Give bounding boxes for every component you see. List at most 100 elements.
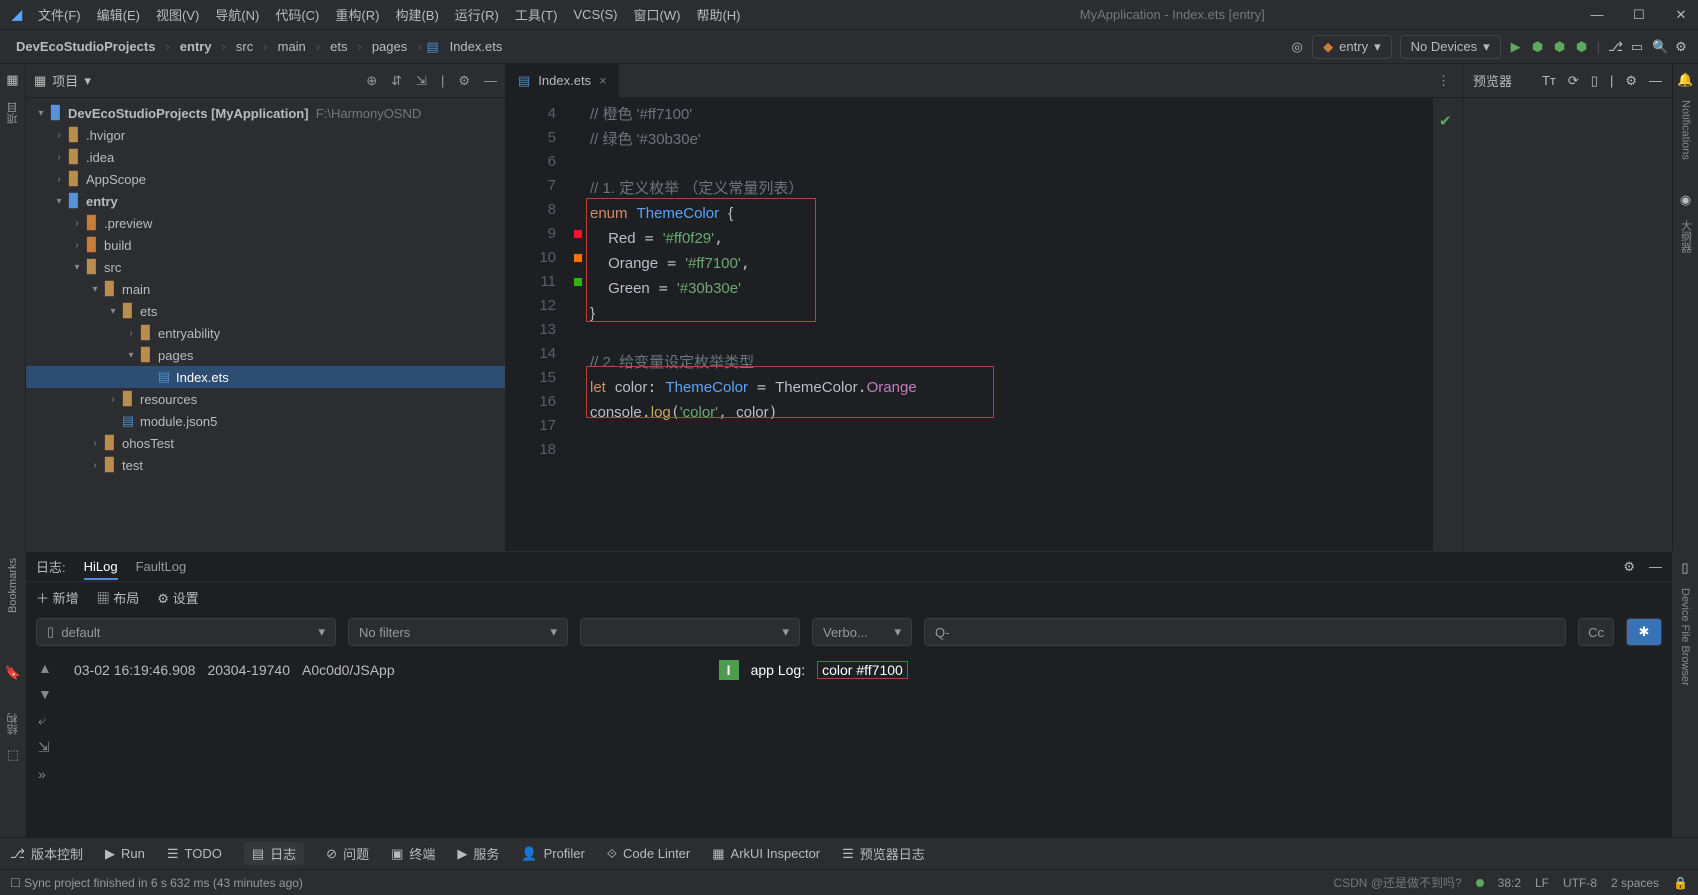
- menu-edit[interactable]: 编辑(E): [97, 5, 140, 24]
- vcs-tool[interactable]: ⎇ 版本控制: [10, 844, 83, 863]
- menu-view[interactable]: 视图(V): [156, 5, 199, 24]
- log-filter[interactable]: No filters▾: [348, 618, 568, 646]
- log-entry[interactable]: 03-02 16:19:46.908 20304-19740 A0c0d0/JS…: [74, 660, 908, 680]
- tree-ohostest[interactable]: ›▉ohosTest: [26, 432, 505, 454]
- menu-file[interactable]: 文件(F): [38, 5, 81, 24]
- log-wrap-icon[interactable]: ⤶: [38, 712, 68, 729]
- tree-ets[interactable]: ▾▉ets: [26, 300, 505, 322]
- log-export-icon[interactable]: ⇲: [38, 739, 68, 756]
- lock-icon[interactable]: 🔒: [1673, 876, 1688, 890]
- minimize-button[interactable]: —: [1588, 7, 1606, 23]
- problems-tool[interactable]: ⊘ 问题: [326, 844, 369, 863]
- bc-4[interactable]: ets: [324, 37, 353, 56]
- bookmarks-icon[interactable]: 🔖: [5, 665, 21, 681]
- preview-settings-icon[interactable]: ⚙: [1625, 73, 1637, 89]
- tree-index-ets[interactable]: ▤Index.ets: [26, 366, 505, 388]
- run-icon[interactable]: ▶: [1509, 39, 1523, 55]
- device-file-browser-label[interactable]: Device File Browser: [1679, 588, 1691, 686]
- bc-1[interactable]: entry: [174, 37, 218, 56]
- tree-idea[interactable]: ›▉.idea: [26, 146, 505, 168]
- tree-src[interactable]: ▾▉src: [26, 256, 505, 278]
- tree-module-json[interactable]: ▤module.json5: [26, 410, 505, 432]
- preview-log-tool[interactable]: ☰ 预览器日志: [842, 844, 925, 863]
- open-icon[interactable]: ▭: [1630, 39, 1644, 55]
- structure-icon[interactable]: ⬚: [7, 747, 19, 763]
- run-tool[interactable]: ▶ Run: [105, 846, 145, 862]
- close-button[interactable]: ✕: [1672, 7, 1690, 23]
- tree-test[interactable]: ›▉test: [26, 454, 505, 476]
- close-tab-icon[interactable]: ×: [599, 73, 607, 88]
- search-icon[interactable]: 🔍: [1652, 39, 1666, 55]
- editor-tab[interactable]: ▤ Index.ets ×: [506, 64, 620, 97]
- menu-help[interactable]: 帮助(H): [696, 5, 740, 24]
- menu-tools[interactable]: 工具(T): [515, 5, 558, 24]
- project-view-label[interactable]: 项目: [52, 71, 78, 90]
- log-layout-button[interactable]: ▦ 布局: [97, 588, 140, 607]
- locate-icon[interactable]: ⊕: [366, 73, 377, 89]
- tree-entryability[interactable]: ›▉entryability: [26, 322, 505, 344]
- tree-appscope[interactable]: ›▉AppScope: [26, 168, 505, 190]
- menu-refactor[interactable]: 重构(R): [335, 5, 379, 24]
- preview-refresh-icon[interactable]: ⟳: [1568, 73, 1579, 89]
- line-ending[interactable]: LF: [1535, 876, 1549, 890]
- editor-more-icon[interactable]: ⋮: [1437, 73, 1450, 89]
- preview-tt-icon[interactable]: Tт: [1542, 73, 1556, 89]
- debug-icon[interactable]: ⬢: [1531, 39, 1545, 55]
- linter-tool[interactable]: ⟐ Code Linter: [607, 846, 690, 862]
- target-icon[interactable]: ◎: [1290, 39, 1304, 55]
- menu-vcs[interactable]: VCS(S): [573, 7, 617, 22]
- tree-pages[interactable]: ▾▉pages: [26, 344, 505, 366]
- device-file-browser-icon[interactable]: ▯: [1681, 560, 1688, 576]
- notifications-label[interactable]: Notifications: [1680, 100, 1692, 160]
- notifications-icon[interactable]: 🔔: [1677, 72, 1693, 88]
- services-tool[interactable]: ▶ 服务: [457, 844, 499, 863]
- log-hide-icon[interactable]: —: [1649, 559, 1662, 575]
- panel-settings-icon[interactable]: ⚙: [458, 73, 470, 89]
- bookmarks-tool[interactable]: Bookmarks: [7, 558, 19, 613]
- profile-icon[interactable]: ⬢: [1575, 39, 1589, 55]
- tag-filter[interactable]: ▾: [580, 618, 800, 646]
- settings-icon[interactable]: ⚙: [1674, 39, 1688, 55]
- tree-build[interactable]: ›▉build: [26, 234, 505, 256]
- log-tab-hilog[interactable]: HiLog: [84, 559, 118, 580]
- git-icon[interactable]: ⎇: [1608, 39, 1622, 55]
- tree-root[interactable]: ▾▉DevEcoStudioProjects [MyApplication] F…: [26, 102, 505, 124]
- bc-2[interactable]: src: [230, 37, 259, 56]
- encoding[interactable]: UTF-8: [1563, 876, 1597, 890]
- project-view-dropdown[interactable]: ▾: [84, 73, 91, 89]
- run-config-selector[interactable]: ◆entry▾: [1312, 35, 1391, 59]
- log-settings-icon[interactable]: ⚙: [1623, 559, 1635, 575]
- cc-button[interactable]: Cc: [1578, 618, 1614, 646]
- project-tool-label[interactable]: 项目: [5, 102, 21, 124]
- regex-button[interactable]: ✱: [1626, 618, 1662, 646]
- tree-main[interactable]: ▾▉main: [26, 278, 505, 300]
- log-tab-faultlog[interactable]: FaultLog: [136, 559, 187, 574]
- menu-code[interactable]: 代码(C): [275, 5, 319, 24]
- coverage-icon[interactable]: ⬢: [1553, 39, 1567, 55]
- log-up-icon[interactable]: ▲: [38, 660, 68, 676]
- cursor-position[interactable]: 38:2: [1498, 876, 1521, 890]
- level-filter[interactable]: Verbo...▾: [812, 618, 912, 646]
- search-filter[interactable]: Q-: [924, 618, 1566, 646]
- todo-tool[interactable]: ☰ TODO: [167, 846, 222, 862]
- tree-resources[interactable]: ›▉resources: [26, 388, 505, 410]
- log-tool[interactable]: ▤ 日志: [244, 842, 304, 865]
- menu-window[interactable]: 窗口(W): [634, 5, 681, 24]
- preview-hide-icon[interactable]: —: [1649, 73, 1662, 89]
- terminal-tool[interactable]: ▣ 终端: [391, 844, 435, 863]
- bc-file[interactable]: Index.ets: [444, 37, 509, 56]
- structure-tool[interactable]: 结构: [5, 713, 21, 735]
- tree-preview[interactable]: ›▉.preview: [26, 212, 505, 234]
- collapse-icon[interactable]: ⇲: [416, 73, 427, 89]
- maximize-button[interactable]: ☐: [1630, 7, 1648, 23]
- preview-phone-icon[interactable]: ▯: [1591, 73, 1598, 89]
- menu-build[interactable]: 构建(B): [395, 5, 438, 24]
- bc-5[interactable]: pages: [366, 37, 413, 56]
- outline-icon[interactable]: ◉: [1680, 192, 1691, 208]
- bc-root[interactable]: DevEcoStudioProjects: [10, 37, 161, 56]
- outline-label[interactable]: 大纲器: [1678, 220, 1694, 253]
- bc-3[interactable]: main: [272, 37, 312, 56]
- log-more-icon[interactable]: »: [38, 766, 68, 782]
- tree-hvigor[interactable]: ›▉.hvigor: [26, 124, 505, 146]
- indent[interactable]: 2 spaces: [1611, 876, 1659, 890]
